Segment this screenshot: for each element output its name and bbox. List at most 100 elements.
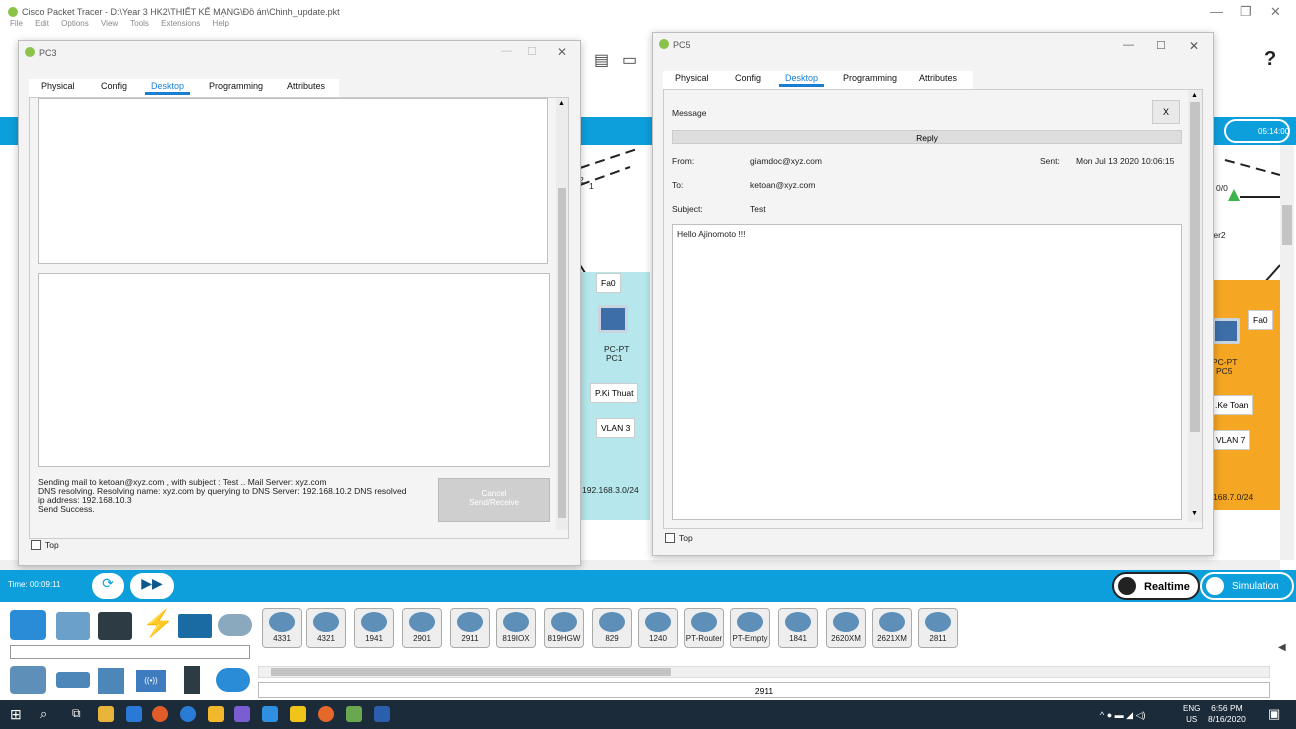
- security-icon[interactable]: [184, 666, 200, 694]
- email-content-panel[interactable]: [38, 273, 550, 467]
- network-devices-icon[interactable]: [10, 610, 46, 640]
- media-icon[interactable]: [152, 706, 168, 722]
- close-icon[interactable]: ✕: [557, 45, 567, 59]
- scroll-down-icon[interactable]: ▼: [1191, 510, 1198, 517]
- tab-attributes[interactable]: Attributes: [287, 81, 325, 91]
- category-search-field[interactable]: [10, 645, 250, 659]
- router-model[interactable]: 2811: [918, 608, 958, 648]
- scroll-thumb[interactable]: [1190, 102, 1200, 432]
- routers-icon[interactable]: [10, 666, 46, 694]
- menu-view[interactable]: View: [101, 19, 118, 28]
- tab-programming[interactable]: Programming: [843, 73, 897, 83]
- packet-tracer-icon[interactable]: [346, 706, 362, 722]
- menu-tools[interactable]: Tools: [130, 19, 149, 28]
- tab-desktop[interactable]: Desktop: [778, 73, 825, 87]
- scroll-thumb[interactable]: [558, 188, 566, 518]
- router-model[interactable]: PT-Router: [684, 608, 724, 648]
- scroll-up-icon[interactable]: ▲: [1191, 92, 1198, 99]
- router-model[interactable]: 1240: [638, 608, 678, 648]
- menu-edit[interactable]: Edit: [35, 19, 49, 28]
- search-icon[interactable]: ⌕: [40, 706, 47, 722]
- scroll-thumb[interactable]: [271, 668, 671, 676]
- menu-file[interactable]: File: [10, 19, 23, 28]
- tab-config[interactable]: Config: [735, 73, 761, 83]
- cancel-send-receive-button[interactable]: Cancel Send/Receive: [438, 478, 550, 522]
- tab-desktop[interactable]: Desktop: [144, 81, 191, 95]
- task-view-icon[interactable]: ⧉: [72, 706, 81, 721]
- fast-forward-icon[interactable]: ▶▶: [130, 573, 174, 599]
- close-message-button[interactable]: X: [1152, 100, 1180, 124]
- maximize-icon[interactable]: ❐: [1240, 4, 1252, 20]
- router-model[interactable]: 2901: [402, 608, 442, 648]
- end-devices-icon[interactable]: [56, 612, 90, 640]
- simulation-button[interactable]: Simulation: [1200, 572, 1294, 600]
- components-icon[interactable]: [98, 612, 132, 640]
- visual-studio-icon[interactable]: [234, 706, 250, 722]
- language-indicator[interactable]: ENG US: [1183, 703, 1200, 725]
- tab-config[interactable]: Config: [101, 81, 127, 91]
- router-model[interactable]: PT-Empty: [730, 608, 770, 648]
- router-model[interactable]: 1841: [778, 608, 818, 648]
- note-icon[interactable]: ▤: [594, 50, 609, 70]
- vscode-icon[interactable]: [262, 706, 278, 722]
- maximize-icon[interactable]: ☐: [1156, 39, 1166, 52]
- help-icon[interactable]: ?: [1264, 48, 1276, 71]
- tab-attributes[interactable]: Attributes: [919, 73, 957, 83]
- wireless-icon[interactable]: ((•)): [136, 670, 166, 692]
- router-model[interactable]: 4321: [306, 608, 346, 648]
- switches-icon[interactable]: [56, 672, 90, 688]
- misc-icon[interactable]: [178, 614, 212, 638]
- mail-icon[interactable]: [126, 706, 142, 722]
- tab-physical[interactable]: Physical: [41, 81, 75, 91]
- maximize-icon[interactable]: ☐: [527, 45, 537, 58]
- wan-emulation-icon[interactable]: [216, 668, 250, 692]
- menu-help[interactable]: Help: [213, 19, 229, 28]
- start-icon[interactable]: ⊞: [10, 706, 22, 723]
- router-model[interactable]: 1941: [354, 608, 394, 648]
- tab-programming[interactable]: Programming: [209, 81, 263, 91]
- hubs-icon[interactable]: [98, 668, 124, 694]
- pc-icon[interactable]: [598, 305, 628, 333]
- message-body[interactable]: Hello Ajinomoto !!!: [672, 224, 1182, 520]
- minimize-icon[interactable]: —: [1123, 39, 1134, 51]
- router-model[interactable]: 819HGW: [544, 608, 584, 648]
- edge-icon[interactable]: [180, 706, 196, 722]
- scroll-thumb[interactable]: [1282, 205, 1292, 245]
- sublime-icon[interactable]: [290, 706, 306, 722]
- store-icon[interactable]: [98, 706, 114, 722]
- connections-icon[interactable]: ⚡: [142, 608, 174, 639]
- router-model[interactable]: 829: [592, 608, 632, 648]
- router-model[interactable]: 2620XM: [826, 608, 866, 648]
- top-checkbox[interactable]: [665, 533, 675, 543]
- menu-options[interactable]: Options: [61, 19, 89, 28]
- explorer-icon[interactable]: [208, 706, 224, 722]
- reset-time-icon[interactable]: ⟳: [92, 573, 124, 599]
- scroll-left-icon[interactable]: ◀: [1278, 642, 1286, 653]
- tray-icons[interactable]: ^ ● ▬ ◢ ◁): [1100, 710, 1146, 721]
- panel-scrollbar[interactable]: ▲: [556, 98, 568, 530]
- scroll-up-icon[interactable]: ▲: [558, 100, 565, 107]
- router-model[interactable]: 2911: [450, 608, 490, 648]
- email-list-panel[interactable]: [38, 98, 548, 264]
- notification-icon[interactable]: ▣: [1268, 706, 1280, 722]
- pc-icon[interactable]: [1212, 318, 1240, 344]
- menu-extensions[interactable]: Extensions: [161, 19, 200, 28]
- word-icon[interactable]: [374, 706, 390, 722]
- device-icon[interactable]: ▭: [622, 50, 637, 70]
- router-model[interactable]: 4331: [262, 608, 302, 648]
- minimize-icon[interactable]: —: [1210, 4, 1223, 19]
- firefox-icon[interactable]: [318, 706, 334, 722]
- close-icon[interactable]: ✕: [1189, 39, 1199, 53]
- router-model[interactable]: 2621XM: [872, 608, 912, 648]
- reply-button[interactable]: Reply: [672, 130, 1182, 144]
- router-model[interactable]: 819IOX: [496, 608, 536, 648]
- model-scrollbar[interactable]: [258, 666, 1270, 678]
- panel-scrollbar[interactable]: ▲ ▼: [1188, 90, 1202, 522]
- canvas-vertical-scrollbar[interactable]: [1280, 145, 1294, 560]
- close-icon[interactable]: ✕: [1270, 4, 1281, 20]
- top-checkbox[interactable]: [31, 540, 41, 550]
- clock[interactable]: 6:56 PM 8/16/2020: [1208, 703, 1246, 725]
- tab-physical[interactable]: Physical: [675, 73, 709, 83]
- multiuser-icon[interactable]: [218, 614, 252, 636]
- realtime-button[interactable]: Realtime: [1112, 572, 1200, 600]
